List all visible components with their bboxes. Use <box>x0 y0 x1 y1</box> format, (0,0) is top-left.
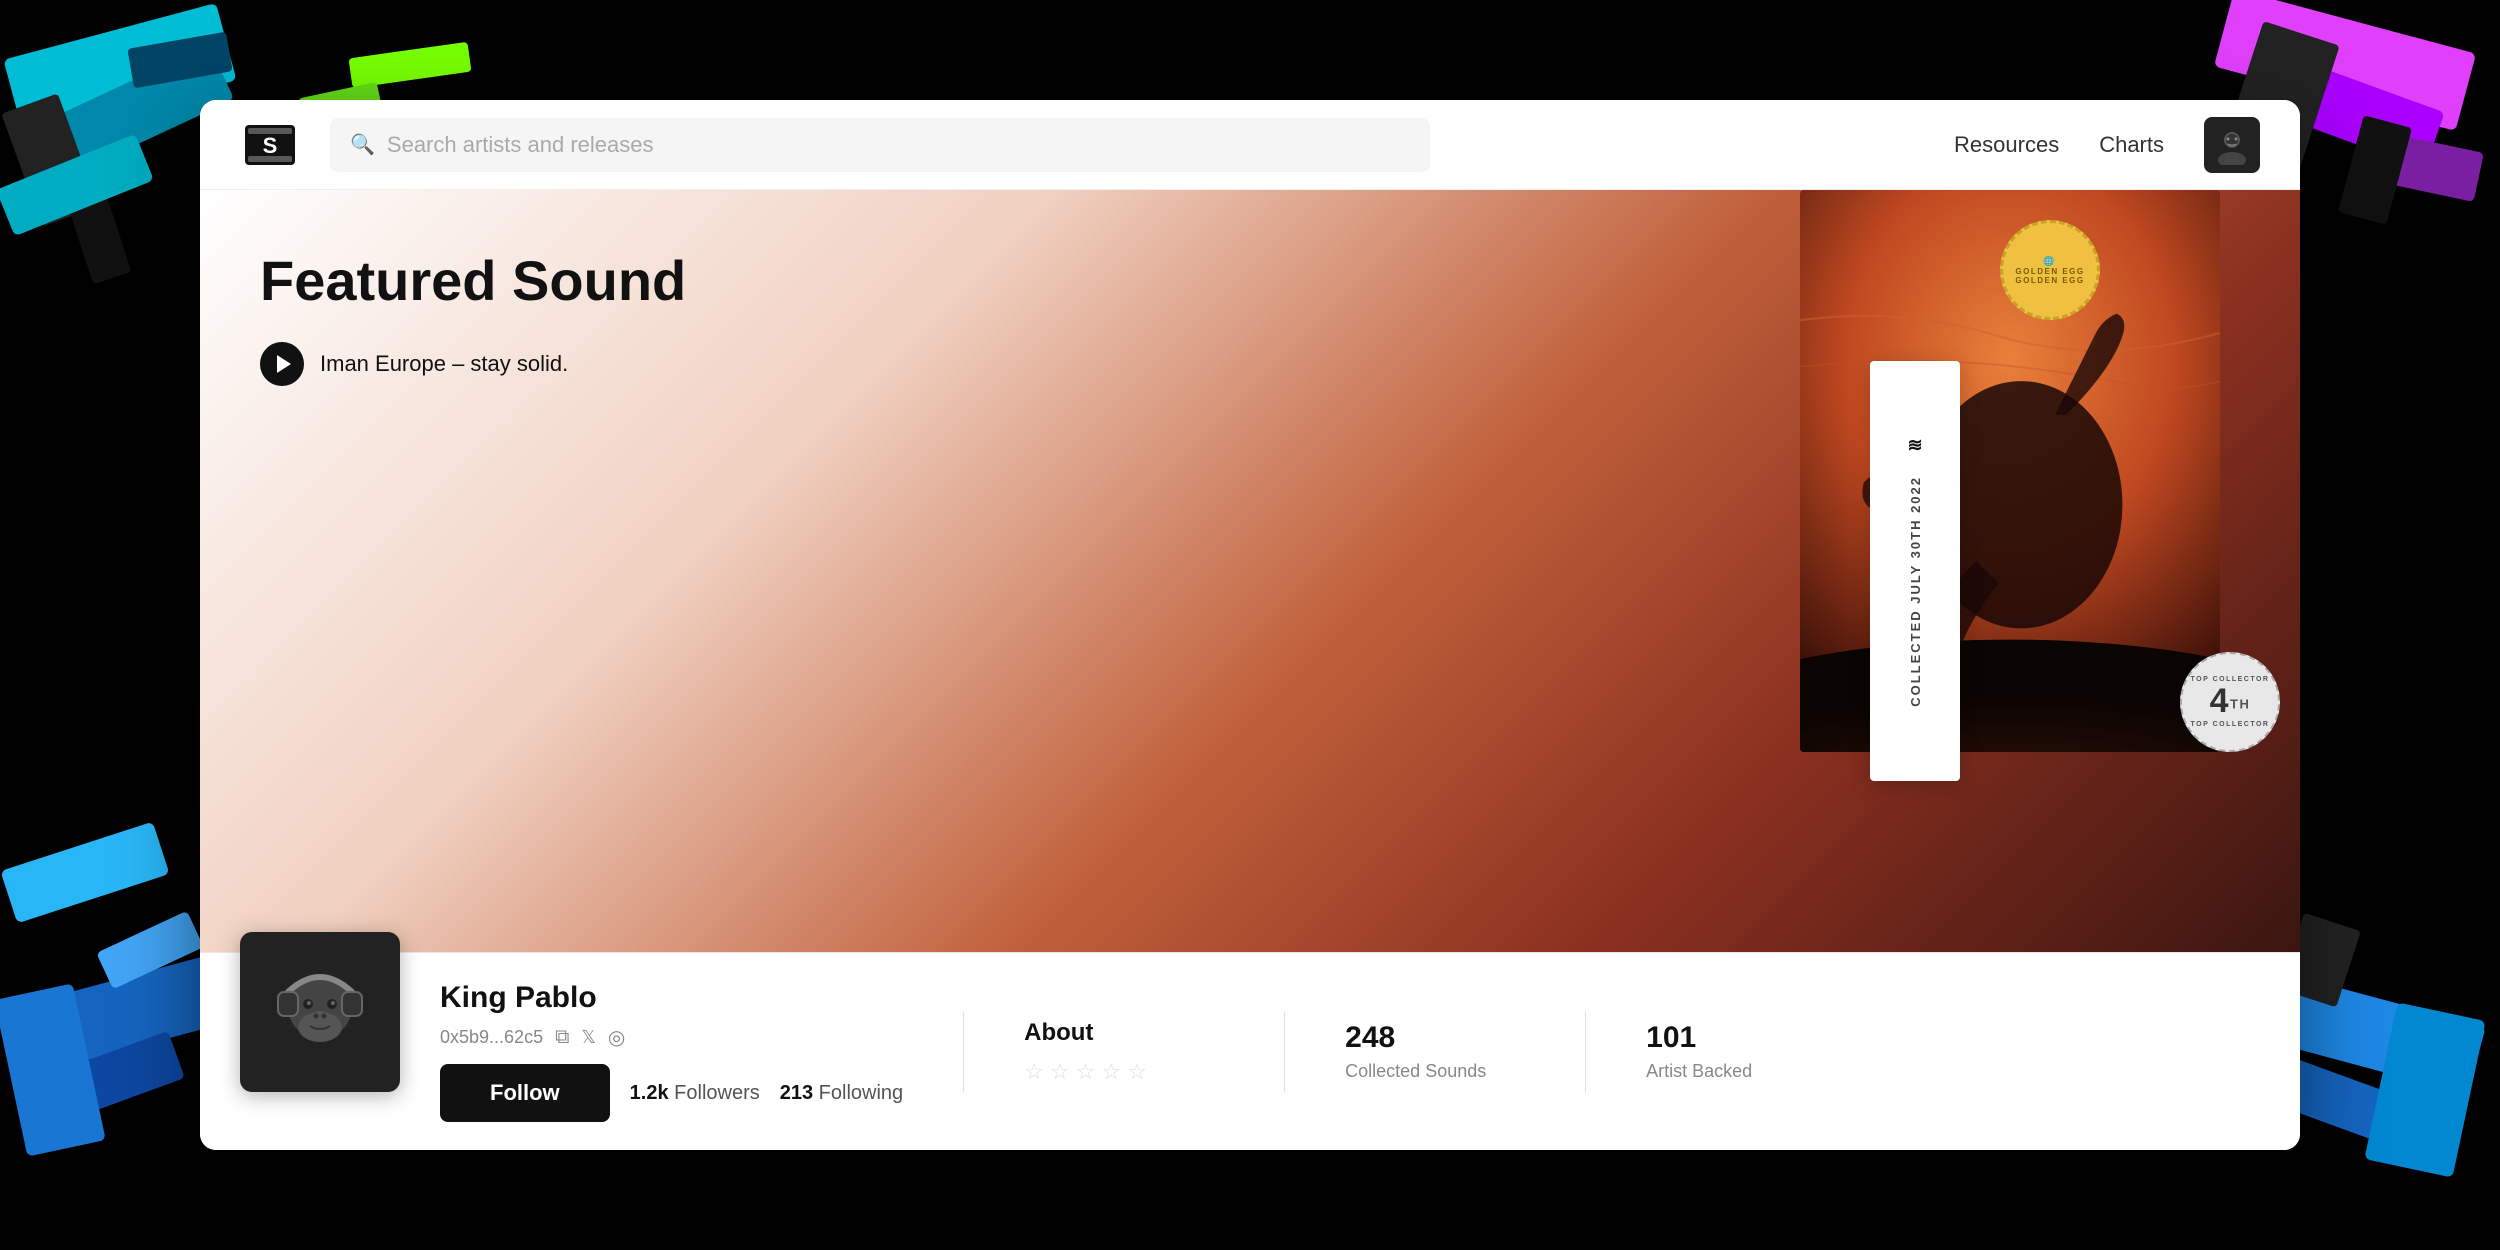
artist-backed-count: 101 <box>1646 1021 1826 1055</box>
nav-links: Resources Charts <box>1954 117 2260 173</box>
copy-icon[interactable]: ⧉ <box>555 1026 569 1049</box>
search-icon: 🔍 <box>350 132 375 157</box>
profile-address-row: 0x5b9...62c5 ⧉ 𝕏 ◎ <box>440 1025 903 1050</box>
collected-sounds-stat: 248 Collected Sounds <box>1345 1021 1525 1082</box>
collected-sounds-label: Collected Sounds <box>1345 1061 1525 1082</box>
profile-bar: King Pablo 0x5b9...62c5 ⧉ 𝕏 ◎ Follow 1.2… <box>200 952 2300 1150</box>
top-collector-label-bottom: TOP COLLECTOR <box>2190 721 2269 728</box>
followers-display: 1.2k Followers <box>630 1082 760 1105</box>
vinyl-card-logo: ≋ <box>1907 435 1922 456</box>
followers-word: Followers <box>674 1082 760 1104</box>
star-5: ☆ <box>1127 1059 1147 1085</box>
resources-link[interactable]: Resources <box>1954 132 2059 158</box>
search-bar[interactable]: 🔍 <box>330 118 1430 172</box>
artist-backed-stat: 101 Artist Backed <box>1646 1021 1826 1082</box>
navbar: S 🔍 Resources Charts <box>200 100 2300 190</box>
badge-globe-icon: 🌐 <box>2043 256 2056 267</box>
track-name: Iman Europe – stay solid. <box>320 351 568 377</box>
star-4: ☆ <box>1101 1059 1121 1085</box>
about-stars: ☆ ☆ ☆ ☆ ☆ <box>1024 1059 1224 1085</box>
charts-link[interactable]: Charts <box>2099 132 2164 158</box>
divider-3 <box>1585 1012 1586 1092</box>
user-avatar-button[interactable] <box>2204 117 2260 173</box>
vinyl-card: ≋ COLLECTED JULY 30TH 2022 <box>1870 361 1960 781</box>
badge-top-text: GOLDEN EGG <box>2015 267 2084 276</box>
hero-text-area: Featured Sound Iman Europe – stay solid. <box>200 190 746 952</box>
featured-sound-title: Featured Sound <box>260 250 686 312</box>
wallet-address: 0x5b9...62c5 <box>440 1027 543 1048</box>
play-button[interactable] <box>260 342 304 386</box>
star-2: ☆ <box>1050 1059 1070 1085</box>
follow-button[interactable]: Follow <box>440 1064 610 1122</box>
twitter-icon[interactable]: 𝕏 <box>581 1027 596 1048</box>
main-window: S 🔍 Resources Charts <box>200 100 2300 1150</box>
golden-egg-badge-circle: 🌐 GOLDEN EGG GOLDEN EGG <box>2000 220 2100 320</box>
following-display: 213 Following <box>780 1082 903 1105</box>
divider-2 <box>1284 1012 1285 1092</box>
vinyl-card-date: COLLECTED JULY 30TH 2022 <box>1908 476 1923 707</box>
profile-follow-row: Follow 1.2k Followers 213 Following <box>440 1064 903 1122</box>
about-label: About <box>1024 1019 1224 1047</box>
profile-info: King Pablo 0x5b9...62c5 ⧉ 𝕏 ◎ Follow 1.2… <box>440 981 903 1122</box>
play-row: Iman Europe – stay solid. <box>260 342 686 386</box>
instagram-icon[interactable]: ◎ <box>608 1025 625 1050</box>
collector-badge-circle: TOP COLLECTOR 4th TOP COLLECTOR <box>2180 652 2280 752</box>
divider-1 <box>963 1012 964 1092</box>
profile-name: King Pablo <box>440 981 903 1015</box>
star-1: ☆ <box>1024 1059 1044 1085</box>
collector-rank-number: 4th <box>2210 683 2251 720</box>
collected-sounds-count: 248 <box>1345 1021 1525 1055</box>
top-collector-badge: TOP COLLECTOR 4th TOP COLLECTOR <box>2180 652 2280 752</box>
golden-egg-badge: 🌐 GOLDEN EGG GOLDEN EGG <box>2000 220 2100 320</box>
artist-backed-label: Artist Backed <box>1646 1061 1826 1082</box>
profile-about: About ☆ ☆ ☆ ☆ ☆ <box>1024 1019 1224 1085</box>
profile-avatar <box>240 932 400 1092</box>
search-input[interactable] <box>387 132 1410 158</box>
following-count: 213 <box>780 1082 813 1104</box>
logo[interactable]: S <box>240 120 300 170</box>
followers-count: 1.2k <box>630 1082 669 1104</box>
following-word: Following <box>819 1082 903 1104</box>
badge-bottom-text: GOLDEN EGG <box>2015 276 2084 285</box>
hero-section: Featured Sound Iman Europe – stay solid.… <box>200 190 2300 952</box>
star-3: ☆ <box>1076 1059 1096 1085</box>
vinyl-card-area: ≋ COLLECTED JULY 30TH 2022 <box>1870 190 1960 952</box>
svg-text:S: S <box>263 133 278 158</box>
